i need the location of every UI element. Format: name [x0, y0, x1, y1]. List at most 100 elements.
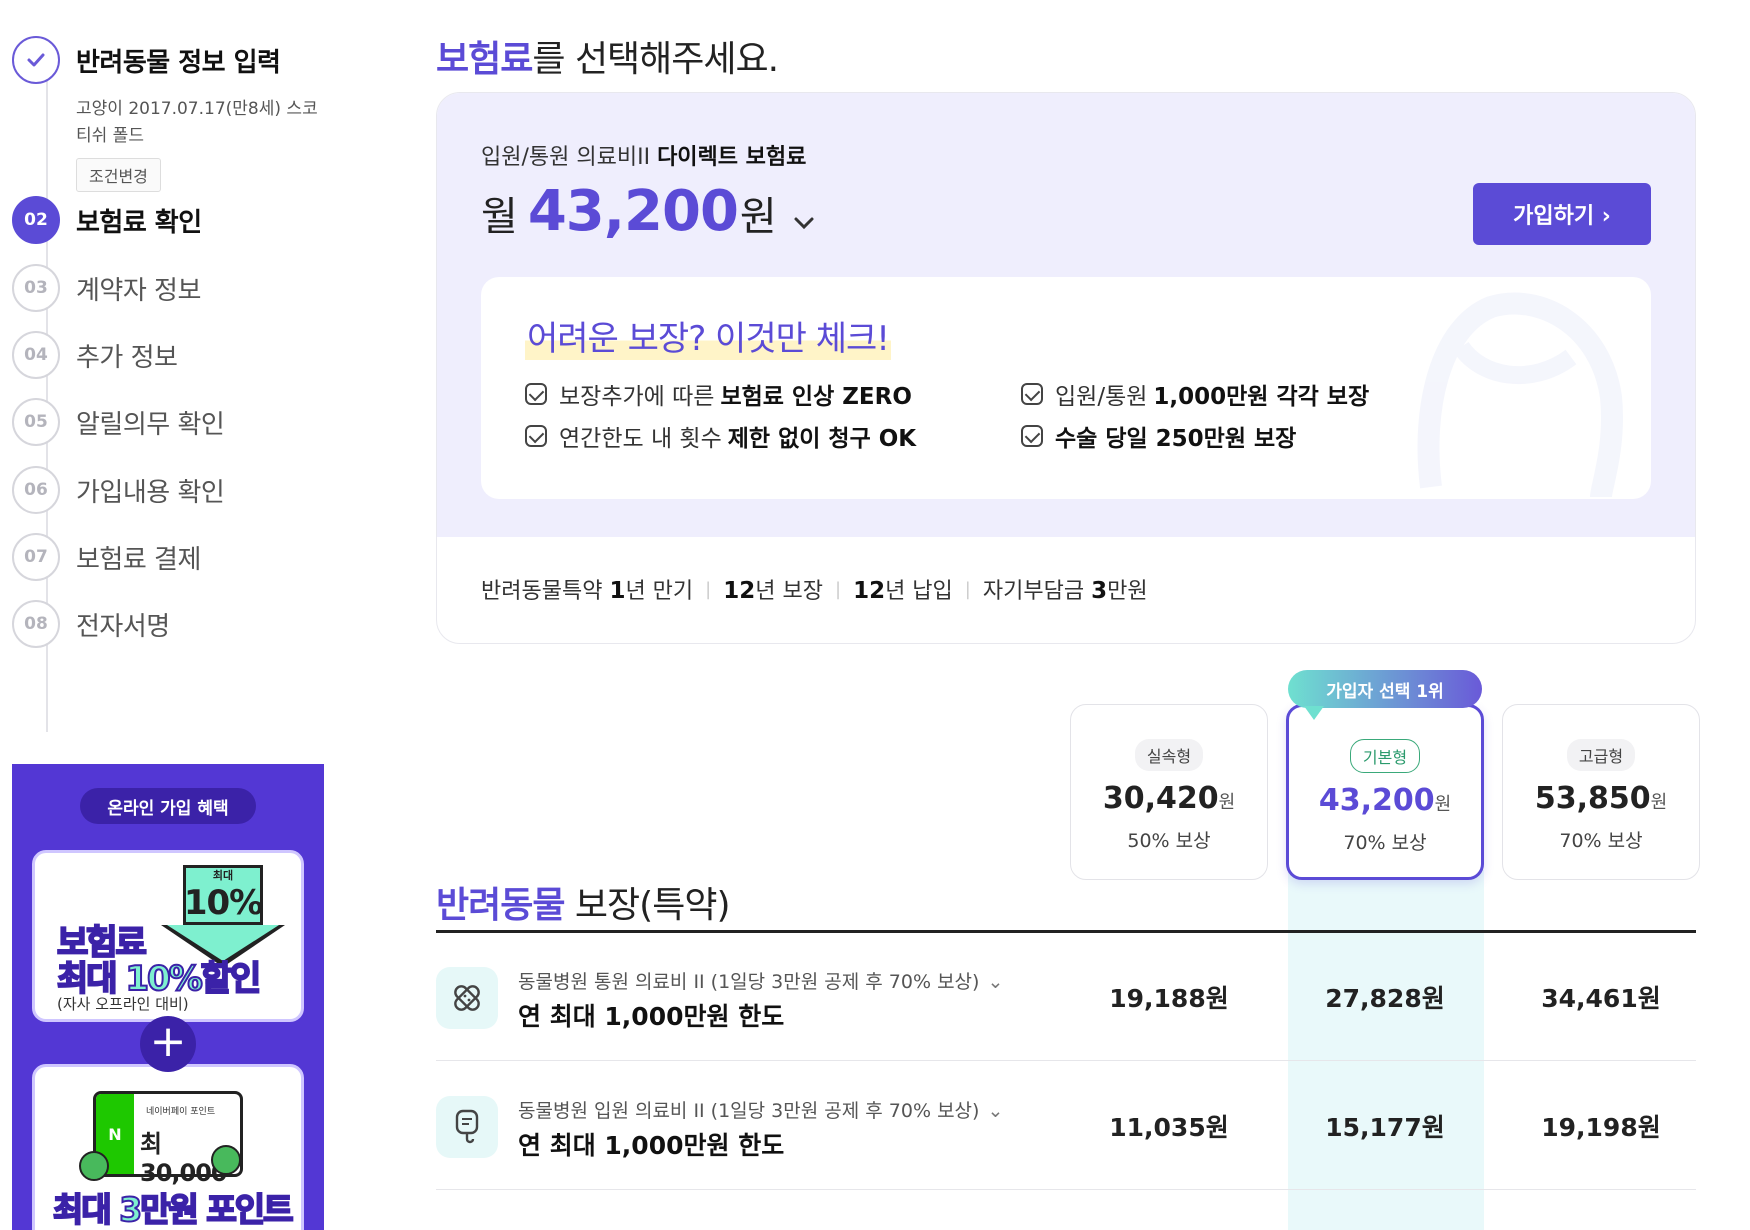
plan-price-unit: 원 — [1218, 792, 1236, 813]
coverage-name: 동물병원 입원 의료비 II (1일당 3만원 공제 후 70% 보상) ⌄ — [518, 1096, 1003, 1123]
term-pre: 반려동물특약 — [481, 579, 610, 604]
arrow-caption: 최대 — [212, 869, 234, 882]
iv-drip-icon — [436, 1096, 498, 1158]
coverage-row[interactable]: 동물병원 통원 의료비 II (1일당 3만원 공제 후 70% 보상) ⌄ 연 … — [436, 933, 1696, 1061]
step-5[interactable]: 05 알릴의무 확인 — [12, 398, 225, 446]
step-label: 전자서명 — [76, 611, 170, 642]
step-label: 계약자 정보 — [76, 275, 201, 306]
discount-arrow-icon: 최대 10% — [183, 865, 263, 925]
pet-illustration-icon — [1417, 292, 1623, 497]
divider: | — [964, 578, 971, 600]
step-label: 알릴의무 확인 — [76, 409, 225, 440]
step-8[interactable]: 08 전자서명 — [12, 600, 170, 648]
benefit-pill: 온라인 가입 혜택 — [80, 788, 256, 824]
points-headline: 최대 3만원 포인트 — [52, 1189, 294, 1230]
top-choice-badge: 가입자 선택 1위 — [1288, 670, 1482, 708]
check-bold: 제한 없이 청구 OK — [727, 426, 917, 452]
step-2[interactable]: 02 보험료 확인 — [12, 196, 202, 244]
change-conditions-button[interactable]: 조건변경 — [76, 158, 161, 192]
chevron-down-icon — [793, 207, 815, 237]
plan-tag: 기본형 — [1349, 739, 1421, 773]
term-post: 만원 — [1107, 579, 1148, 604]
divider: | — [705, 578, 712, 600]
coin-icon — [211, 1145, 241, 1175]
coverage-name-text: 동물병원 통원 의료비 II (1일당 3만원 공제 후 70% 보상) — [518, 971, 980, 993]
coverage-value-economy: 19,188원 — [1109, 984, 1229, 1013]
step-3[interactable]: 03 계약자 정보 — [12, 264, 201, 312]
checkbox-icon — [1021, 425, 1043, 447]
checkbox-icon — [525, 425, 547, 447]
step-number: 08 — [12, 600, 60, 648]
plan-option-basic[interactable]: 기본형 43,200원 70% 보상 — [1286, 704, 1484, 880]
step-number: 07 — [12, 533, 60, 581]
term: 자기부담금 3만원 — [983, 573, 1148, 605]
check-bold: 수술 당일 250만원 보장 — [1055, 426, 1297, 452]
arrow-percent: 10% — [183, 883, 263, 923]
plan-coverage-rate: 70% 보상 — [1343, 832, 1427, 854]
term-post: 년 납입 — [885, 579, 953, 604]
pet-summary: 고양이 2017.07.17(만8세) 스코티쉬 폴드 — [76, 99, 318, 146]
step-label: 반려동물 정보 입력 — [76, 47, 281, 78]
monthly-price-dropdown[interactable]: 월 43,200 원 — [481, 179, 815, 244]
key-coverage-title: 어려운 보장? 이것만 체크! — [525, 311, 891, 360]
join-button[interactable]: 가입하기 › — [1473, 183, 1651, 245]
check-light: 보장추가에 따른 — [559, 384, 715, 410]
term-num: 1 — [609, 578, 626, 604]
title-accent: 보험료 — [436, 39, 533, 80]
term-num: 12 — [723, 578, 756, 604]
plan-subtitle-light: 입원/통원 의료비II — [481, 145, 658, 170]
coverage-row[interactable]: 동물병원 입원 의료비 II (1일당 3만원 공제 후 70% 보상) ⌄ 연 … — [436, 1062, 1696, 1190]
page-title: 보험료를 선택해주세요. — [436, 30, 779, 82]
coverage-name-text: 동물병원 입원 의료비 II (1일당 3만원 공제 후 70% 보상) — [518, 1100, 980, 1122]
plan-price-value: 43,200 — [1318, 783, 1435, 818]
online-benefit-banner[interactable]: 온라인 가입 혜택 최대 10% 보험료 최대 10%할인 (자사 오프라인 대… — [12, 764, 324, 1230]
coin-icon — [79, 1151, 109, 1181]
plan-price: 53,850원 — [1503, 781, 1699, 816]
coverage-title: 반려동물 보장(특약) — [436, 876, 731, 928]
plan-price-value: 30,420 — [1102, 781, 1219, 816]
check-light: 입원/통원 — [1055, 384, 1148, 410]
price-unit: 원 — [739, 194, 777, 240]
npay-label: 네이버페이 포인트 — [146, 1107, 216, 1117]
check-item: 입원/통원 1,000만원 각각 보장 — [1021, 377, 1369, 411]
step-number: 06 — [12, 466, 60, 514]
step-label: 보험료 결제 — [76, 544, 201, 575]
step-label: 추가 정보 — [76, 342, 178, 373]
coverage-value-economy: 11,035원 — [1109, 1113, 1229, 1142]
key-coverage-card: 어려운 보장? 이것만 체크! 보장추가에 따른 보험료 인상 ZERO 입원/통… — [481, 277, 1651, 499]
plus-icon: + — [140, 1016, 196, 1072]
points-card: N 네이버페이 포인트 최30,000 최대 3만원 포인트 — [32, 1064, 304, 1230]
check-item: 수술 당일 250만원 보장 — [1021, 419, 1296, 453]
plan-price: 30,420원 — [1071, 781, 1267, 816]
coverage-title-accent: 반려동물 — [436, 885, 565, 926]
check-icon — [12, 36, 60, 84]
chevron-down-icon[interactable]: ⌄ — [987, 1100, 1003, 1122]
step-label: 가입내용 확인 — [76, 477, 225, 508]
chevron-down-icon[interactable]: ⌄ — [987, 971, 1003, 993]
checkbox-icon — [1021, 383, 1043, 405]
coverage-value-premium: 34,461원 — [1541, 984, 1661, 1013]
term-pre: 자기부담금 — [982, 579, 1092, 604]
step-6[interactable]: 06 가입내용 확인 — [12, 466, 225, 514]
plan-price: 43,200원 — [1289, 783, 1481, 818]
monthly-price: 43,200 — [527, 179, 739, 244]
check-item: 보장추가에 따른 보험료 인상 ZERO — [525, 377, 912, 411]
coverage-value-basic: 15,177원 — [1325, 1113, 1445, 1142]
bandage-icon — [436, 967, 498, 1029]
plan-option-premium[interactable]: 고급형 53,850원 70% 보상 — [1502, 704, 1700, 880]
check-item: 연간한도 내 횟수 제한 없이 청구 OK — [525, 419, 916, 453]
check-bold: 보험료 인상 ZERO — [720, 384, 912, 410]
plan-price-unit: 원 — [1650, 792, 1668, 813]
plan-coverage-rate: 70% 보상 — [1559, 830, 1643, 852]
plan-option-economy[interactable]: 실속형 30,420원 50% 보상 — [1070, 704, 1268, 880]
term: 반려동물특약 1년 만기 — [481, 573, 693, 605]
step-4[interactable]: 04 추가 정보 — [12, 331, 178, 379]
coverage-limit: 연 최대 1,000만원 한도 — [518, 1002, 785, 1031]
step-1[interactable]: 반려동물 정보 입력 — [12, 36, 281, 84]
badge-tail — [1304, 706, 1324, 720]
step-7[interactable]: 07 보험료 결제 — [12, 533, 201, 581]
check-light: 연간한도 내 횟수 — [559, 426, 722, 452]
contract-terms: 반려동물특약 1년 만기 | 12년 보장 | 12년 납입 | 자기부담금 3… — [481, 573, 1148, 605]
plan-price-value: 53,850 — [1534, 781, 1651, 816]
term: 12년 납입 — [853, 573, 953, 605]
